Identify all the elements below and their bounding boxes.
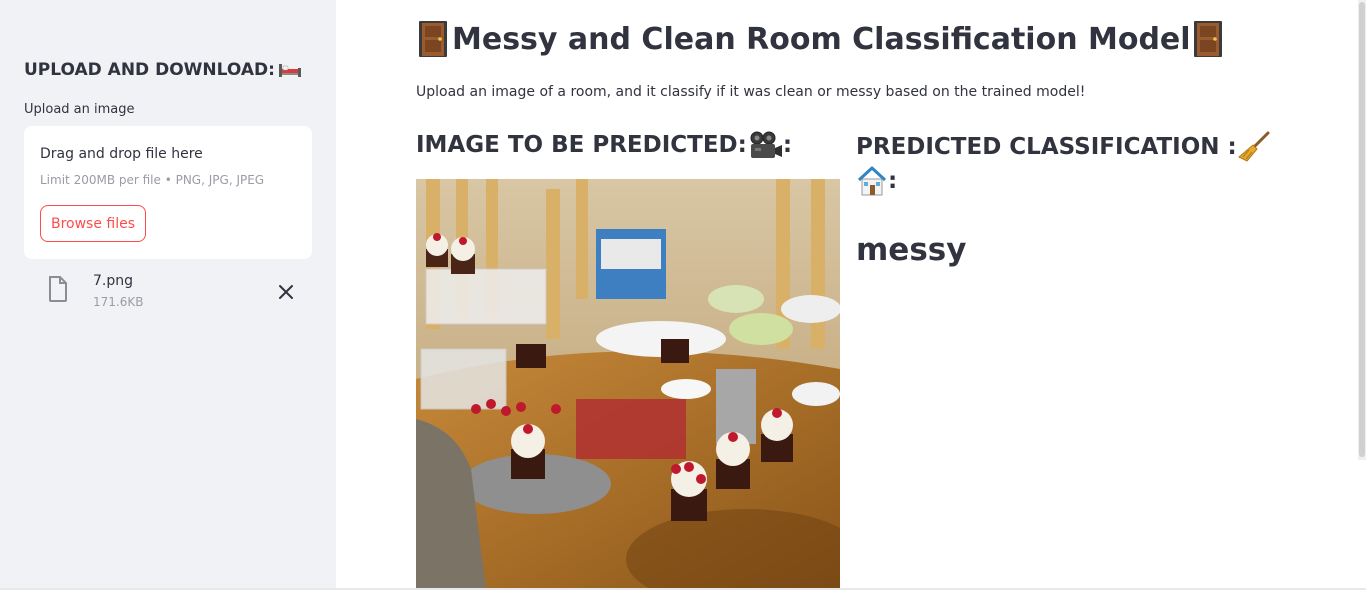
prediction-result: messy (856, 232, 967, 268)
prediction-section-header-text: PREDICTED CLASSIFICATION : (856, 134, 1237, 160)
sidebar-header-text: UPLOAD AND DOWNLOAD: (24, 60, 275, 80)
upload-label: Upload an image (24, 102, 135, 117)
house-icon (856, 165, 888, 197)
dropzone-title: Drag and drop file here (40, 146, 203, 162)
scrollbar-thumb[interactable] (1359, 2, 1365, 457)
file-name: 7.png (93, 273, 134, 289)
door-icon (1191, 20, 1227, 58)
prediction-section-header: PREDICTED CLASSIFICATION :: (856, 130, 1271, 198)
sidebar: UPLOAD AND DOWNLOAD: Upload an image Dra… (0, 0, 336, 590)
uploaded-room-image (416, 179, 840, 590)
remove-file-button[interactable] (276, 282, 296, 302)
prediction-section-header-suffix: : (888, 168, 898, 194)
image-section-header-text: IMAGE TO BE PREDICTED: (416, 132, 747, 158)
sidebar-header: UPLOAD AND DOWNLOAD: (24, 60, 302, 80)
browse-files-button[interactable]: Browse files (40, 205, 146, 242)
page-title: Messy and Clean Room Classification Mode… (416, 20, 1227, 58)
image-section-header: IMAGE TO BE PREDICTED: : (416, 130, 792, 160)
door-icon (416, 20, 452, 58)
uploaded-file-row: 7.png 171.6KB (24, 268, 312, 316)
page-subtitle: Upload an image of a room, and it classi… (416, 84, 1086, 100)
file-dropzone[interactable]: Drag and drop file here Limit 200MB per … (24, 126, 312, 259)
page-title-text: Messy and Clean Room Classification Mode… (452, 21, 1191, 57)
file-size: 171.6KB (93, 295, 144, 309)
camera-icon (747, 130, 783, 160)
dropzone-limit: Limit 200MB per file • PNG, JPG, JPEG (40, 173, 265, 187)
main-content: Messy and Clean Room Classification Mode… (336, 0, 1366, 590)
bed-icon (278, 62, 302, 78)
image-section-header-suffix: : (782, 132, 793, 158)
broom-icon (1237, 131, 1271, 163)
close-icon (279, 285, 293, 299)
file-icon (48, 276, 68, 306)
